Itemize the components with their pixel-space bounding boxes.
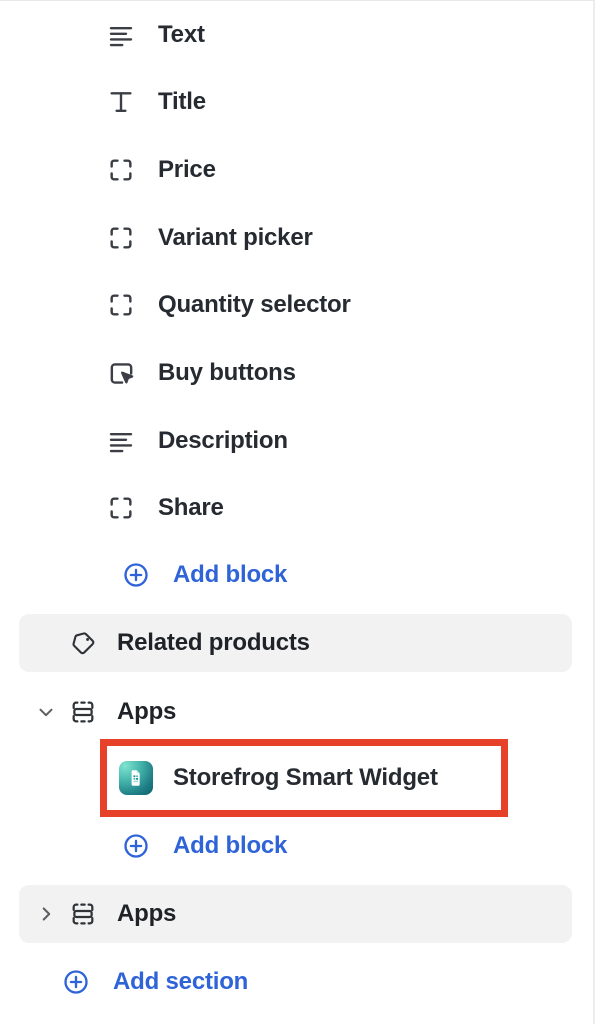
add-section-label: Add section — [113, 968, 249, 995]
block-label: Buy buttons — [158, 359, 296, 386]
block-label: Text — [158, 21, 205, 48]
section-item-related-products[interactable]: Related products — [19, 614, 572, 672]
section-item-apps-collapsed[interactable]: Apps — [19, 885, 572, 943]
block-label: Price — [158, 156, 216, 183]
app-block-icon — [67, 898, 99, 930]
tag-icon — [67, 627, 99, 659]
section-label: Apps — [117, 900, 177, 927]
block-item-variant-picker[interactable]: Variant picker — [104, 212, 574, 264]
circle-plus-icon — [119, 558, 153, 592]
text-align-left-icon — [104, 424, 138, 458]
block-label: Description — [158, 427, 288, 454]
block-item-buy-buttons[interactable]: Buy buttons — [104, 347, 574, 399]
block-label: Quantity selector — [158, 291, 351, 318]
block-item-text[interactable]: Text — [104, 9, 574, 61]
corner-brackets-icon — [104, 221, 138, 255]
chevron-right-icon[interactable] — [33, 903, 59, 925]
block-label: Title — [158, 88, 206, 115]
chevron-down-icon[interactable] — [33, 701, 59, 723]
block-item-price[interactable]: Price — [104, 144, 574, 196]
storefrog-app-icon — [119, 761, 153, 795]
add-block-button-product[interactable]: Add block — [119, 549, 287, 601]
block-label: Storefrog Smart Widget — [173, 764, 438, 791]
block-item-description[interactable]: Description — [104, 415, 574, 467]
add-block-label: Add block — [173, 832, 288, 859]
corner-brackets-icon — [104, 491, 138, 525]
app-block-icon — [67, 696, 99, 728]
theme-editor-sections-panel: Text Title Price Variant picker Quantity… — [0, 0, 595, 1024]
block-label: Variant picker — [158, 224, 313, 251]
add-block-button-apps[interactable]: Add block — [119, 820, 287, 872]
add-section-button[interactable]: Add section — [59, 956, 248, 1008]
section-item-apps-expanded[interactable]: Apps — [19, 683, 572, 741]
corner-brackets-icon — [104, 288, 138, 322]
title-t-icon — [104, 85, 138, 119]
circle-plus-icon — [59, 965, 93, 999]
cursor-button-icon — [104, 356, 138, 390]
circle-plus-icon — [119, 829, 153, 863]
add-block-label: Add block — [173, 561, 288, 588]
section-label: Apps — [117, 698, 177, 725]
block-item-title[interactable]: Title — [104, 76, 574, 128]
block-item-share[interactable]: Share — [104, 482, 574, 534]
corner-brackets-icon — [104, 153, 138, 187]
block-label: Share — [158, 494, 224, 521]
highlight-box-storefrog-smart-widget: Storefrog Smart Widget — [100, 739, 508, 817]
block-item-storefrog-smart-widget[interactable]: Storefrog Smart Widget — [107, 746, 501, 810]
block-item-quantity-selector[interactable]: Quantity selector — [104, 279, 574, 331]
section-label: Related products — [117, 629, 310, 656]
text-align-left-icon — [104, 18, 138, 52]
